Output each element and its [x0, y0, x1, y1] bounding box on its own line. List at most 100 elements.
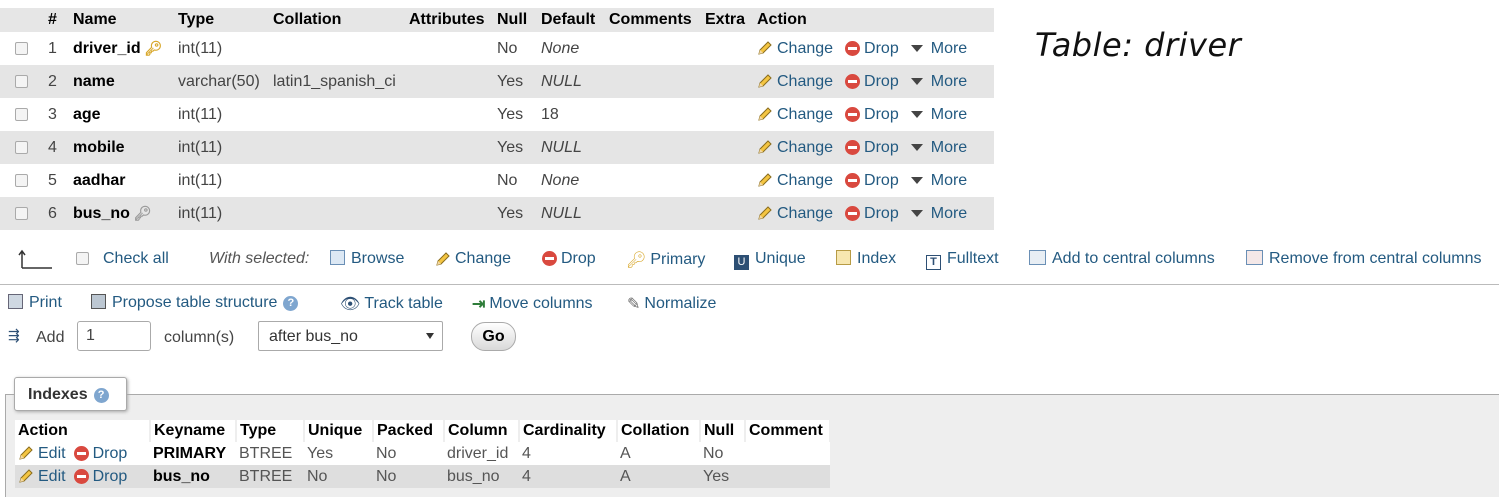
column-type: varchar(50)	[173, 65, 268, 98]
chevron-down-icon	[910, 176, 923, 184]
bulk-add-central-button[interactable]: Add to central columns	[1029, 250, 1215, 268]
row-checkbox[interactable]	[15, 206, 28, 220]
column-comments	[604, 164, 700, 197]
change-button[interactable]: Change	[757, 205, 833, 222]
index-column: bus_no	[444, 465, 519, 488]
index-icon	[836, 250, 851, 265]
more-dropdown[interactable]: More	[910, 172, 967, 189]
column-type: int(11)	[173, 98, 268, 131]
column-name: name	[68, 65, 173, 98]
row-select-cell[interactable]	[0, 197, 43, 230]
row-checkbox[interactable]	[15, 41, 28, 55]
header-default: Default	[536, 8, 604, 32]
idx-header-cardinality: Cardinality	[519, 420, 618, 442]
drop-button[interactable]: Drop	[845, 73, 899, 90]
row-checkbox[interactable]	[15, 74, 28, 88]
row-select-cell[interactable]	[0, 32, 43, 65]
header-checkbox-col	[0, 8, 43, 32]
normalize-link[interactable]: ✎ Normalize	[627, 294, 716, 314]
more-dropdown[interactable]: More	[910, 139, 967, 156]
bulk-browse-button[interactable]: Browse	[330, 250, 404, 268]
bulk-fulltext-button[interactable]: T Fulltext	[926, 250, 999, 270]
drop-button[interactable]: Drop	[845, 172, 899, 189]
drop-icon	[845, 106, 861, 122]
print-link[interactable]: Print	[8, 294, 62, 312]
column-default: NULL	[536, 65, 604, 98]
drop-icon	[845, 172, 861, 188]
index-keyname: PRIMARY	[150, 442, 236, 465]
pencil-icon	[758, 206, 772, 220]
header-extra: Extra	[700, 8, 752, 32]
go-button[interactable]: Go	[471, 322, 516, 351]
row-select-cell[interactable]	[0, 98, 43, 131]
drop-button[interactable]: Drop	[845, 40, 899, 57]
row-number: 6	[43, 197, 68, 230]
row-select-cell[interactable]	[0, 65, 43, 98]
bulk-index-button[interactable]: Index	[836, 250, 896, 268]
row-checkbox[interactable]	[15, 140, 28, 154]
index-comment	[745, 465, 830, 488]
drop-icon	[845, 40, 861, 56]
idx-header-null: Null	[700, 420, 746, 442]
index-unique: No	[304, 465, 373, 488]
column-name: driver_id 🔑︎	[68, 32, 173, 65]
idx-header-unique: Unique	[304, 420, 374, 442]
track-table-link[interactable]: 👁︎ Track table	[340, 294, 443, 314]
more-dropdown[interactable]: More	[910, 40, 967, 57]
more-dropdown[interactable]: More	[910, 73, 967, 90]
bulk-change-button[interactable]: Change	[435, 250, 511, 268]
index-keyname: bus_no	[150, 465, 236, 488]
drop-button[interactable]: Drop	[845, 205, 899, 222]
structure-table: # Name Type Collation Attributes Null De…	[0, 8, 994, 230]
header-type: Type	[173, 8, 268, 32]
chevron-down-icon	[910, 110, 923, 118]
row-checkbox[interactable]	[15, 173, 28, 187]
help-icon[interactable]: ?	[283, 296, 299, 311]
column-extra	[700, 197, 752, 230]
row-actions: Change Drop More	[752, 164, 994, 197]
change-button[interactable]: Change	[757, 106, 833, 123]
drop-button[interactable]: Drop	[845, 139, 899, 156]
row-checkbox[interactable]	[15, 107, 28, 121]
index-actions: Edit Drop	[15, 465, 150, 488]
column-type: int(11)	[173, 131, 268, 164]
table-row: 5 aadhar int(11) No None Change Drop More	[0, 164, 994, 197]
move-columns-link[interactable]: ⇥ Move columns	[472, 294, 593, 314]
more-dropdown[interactable]: More	[910, 106, 967, 123]
bulk-drop-button[interactable]: Drop	[542, 250, 596, 268]
edit-index-button[interactable]: Edit	[18, 445, 66, 462]
edit-index-button[interactable]: Edit	[18, 468, 66, 485]
header-name[interactable]: Name	[68, 8, 173, 32]
row-number: 1	[43, 32, 68, 65]
bulk-primary-button[interactable]: 🔑︎ Primary	[626, 250, 705, 270]
check-all-toggle[interactable]: Check all	[76, 250, 169, 268]
column-count-input[interactable]	[77, 321, 151, 351]
propose-structure-link[interactable]: Propose table structure?	[91, 294, 299, 312]
column-attributes	[404, 197, 492, 230]
pencil-icon	[758, 140, 772, 154]
drop-button[interactable]: Drop	[845, 106, 899, 123]
idx-header-type: Type	[236, 420, 305, 442]
column-collation	[268, 98, 404, 131]
row-select-cell[interactable]	[0, 164, 43, 197]
more-dropdown[interactable]: More	[910, 205, 967, 222]
row-select-cell[interactable]	[0, 131, 43, 164]
bulk-remove-central-button[interactable]: Remove from central columns	[1246, 250, 1482, 268]
drop-icon	[845, 205, 861, 221]
bulk-unique-button[interactable]: U Unique	[734, 250, 806, 270]
change-button[interactable]: Change	[757, 172, 833, 189]
drop-icon	[845, 139, 861, 155]
pencil-icon	[758, 107, 772, 121]
change-button[interactable]: Change	[757, 139, 833, 156]
help-icon[interactable]: ?	[93, 388, 109, 403]
check-all-checkbox[interactable]	[76, 252, 89, 266]
change-button[interactable]: Change	[757, 40, 833, 57]
change-button[interactable]: Change	[757, 73, 833, 90]
drop-index-button[interactable]: Drop	[73, 445, 127, 462]
fulltext-icon: T	[926, 255, 941, 270]
drop-index-button[interactable]: Drop	[73, 468, 127, 485]
header-num: #	[43, 8, 68, 32]
column-type: int(11)	[173, 197, 268, 230]
column-position-select[interactable]: after bus_no	[258, 321, 443, 351]
check-all-label[interactable]: Check all	[103, 250, 169, 267]
